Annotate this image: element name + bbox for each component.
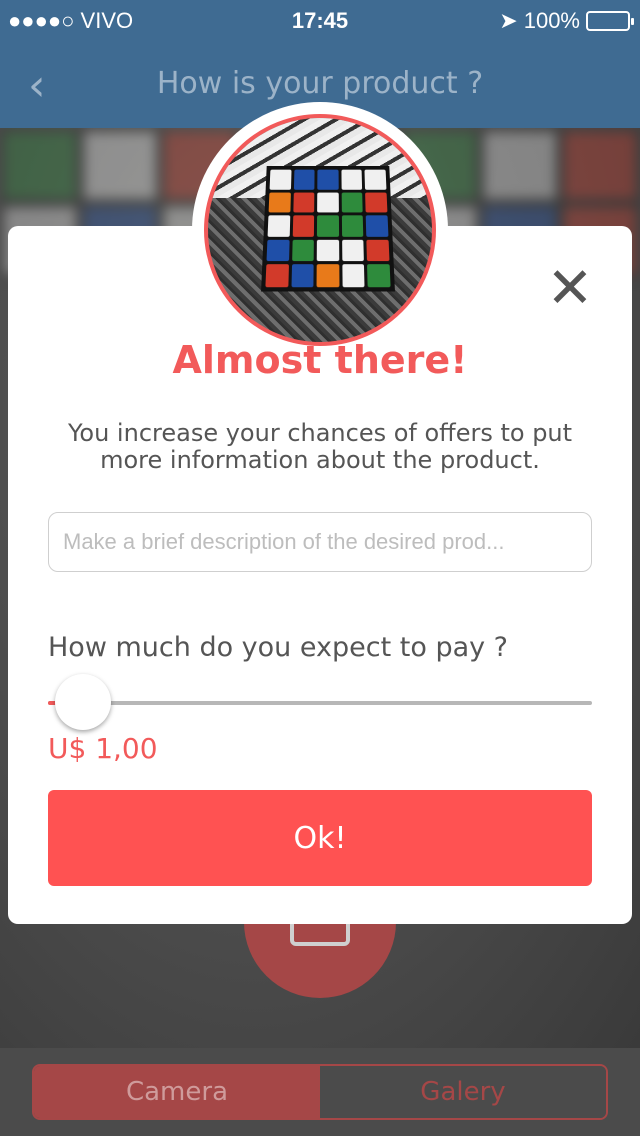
tab-camera[interactable]: Camera: [34, 1066, 320, 1118]
description-input[interactable]: [48, 512, 592, 572]
modal-headline: Almost there!: [172, 338, 468, 382]
battery-icon: [586, 11, 634, 31]
page-title: How is your product ?: [156, 66, 484, 101]
bottom-bar: Camera Galery: [0, 1048, 640, 1136]
status-bar: ●●●●○ VIVO 17:45 ➤ 100%: [0, 0, 640, 40]
ok-button[interactable]: Ok!: [48, 790, 592, 886]
source-segmented-control: Camera Galery: [32, 1064, 608, 1120]
close-icon[interactable]: ✕: [540, 261, 600, 317]
rubiks-cube-image: [261, 166, 395, 292]
battery-percent: 100%: [523, 8, 580, 33]
price-slider-thumb[interactable]: [54, 674, 111, 730]
modal-subtext: You increase your chances of offers to p…: [67, 419, 573, 474]
tab-gallery[interactable]: Galery: [320, 1066, 606, 1118]
price-value: U$ 1,00: [48, 732, 158, 765]
status-right: ➤ 100%: [499, 8, 634, 34]
price-slider-track[interactable]: [48, 701, 592, 705]
price-question-label: How much do you expect to pay ?: [48, 632, 509, 663]
product-photo: [204, 114, 436, 346]
location-arrow-icon: ➤: [499, 8, 518, 33]
